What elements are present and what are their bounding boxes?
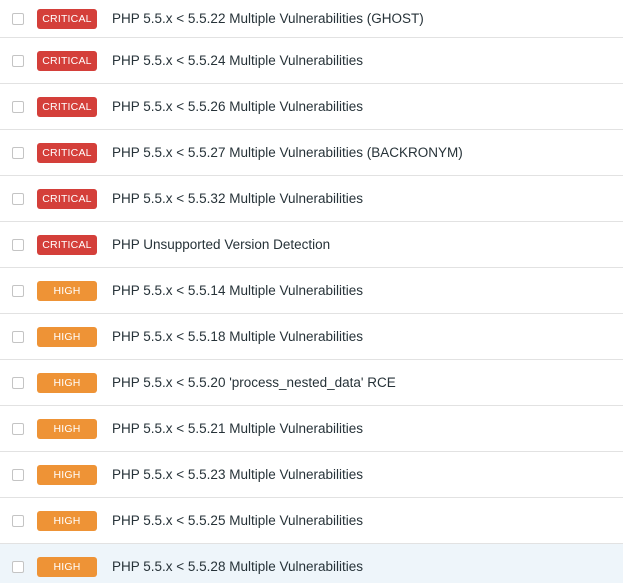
vulnerability-row[interactable]: HIGH PHP 5.5.x < 5.5.25 Multiple Vulnera… <box>0 498 623 544</box>
vulnerability-title[interactable]: PHP 5.5.x < 5.5.28 Multiple Vulnerabilit… <box>112 559 615 574</box>
severity-badge: CRITICAL <box>37 188 97 209</box>
vulnerability-row[interactable]: CRITICAL PHP 5.5.x < 5.5.22 Multiple Vul… <box>0 0 623 38</box>
vulnerability-title[interactable]: PHP 5.5.x < 5.5.21 Multiple Vulnerabilit… <box>112 421 615 436</box>
row-checkbox[interactable] <box>12 330 24 343</box>
vulnerability-title[interactable]: PHP 5.5.x < 5.5.25 Multiple Vulnerabilit… <box>112 513 615 528</box>
vulnerability-list: CRITICAL PHP 5.5.x < 5.5.22 Multiple Vul… <box>0 0 623 583</box>
severity-badge: HIGH <box>37 464 97 485</box>
severity-badge: HIGH <box>37 326 97 347</box>
row-checkbox[interactable] <box>12 146 24 159</box>
vulnerability-title[interactable]: PHP 5.5.x < 5.5.18 Multiple Vulnerabilit… <box>112 329 615 344</box>
row-checkbox[interactable] <box>12 560 24 573</box>
vulnerability-title[interactable]: PHP Unsupported Version Detection <box>112 237 615 252</box>
severity-badge: CRITICAL <box>37 142 97 163</box>
severity-badge: CRITICAL <box>37 96 97 117</box>
vulnerability-row[interactable]: HIGH PHP 5.5.x < 5.5.18 Multiple Vulnera… <box>0 314 623 360</box>
severity-badge: CRITICAL <box>37 50 97 71</box>
severity-badge: CRITICAL <box>37 8 97 29</box>
vulnerability-row[interactable]: HIGH PHP 5.5.x < 5.5.28 Multiple Vulnera… <box>0 544 623 583</box>
vulnerability-row[interactable]: CRITICAL PHP Unsupported Version Detecti… <box>0 222 623 268</box>
row-checkbox[interactable] <box>12 284 24 297</box>
row-checkbox[interactable] <box>12 238 24 251</box>
vulnerability-title[interactable]: PHP 5.5.x < 5.5.23 Multiple Vulnerabilit… <box>112 467 615 482</box>
vulnerability-row[interactable]: HIGH PHP 5.5.x < 5.5.14 Multiple Vulnera… <box>0 268 623 314</box>
vulnerability-row[interactable]: HIGH PHP 5.5.x < 5.5.20 'process_nested_… <box>0 360 623 406</box>
vulnerability-row[interactable]: CRITICAL PHP 5.5.x < 5.5.24 Multiple Vul… <box>0 38 623 84</box>
vulnerability-title[interactable]: PHP 5.5.x < 5.5.22 Multiple Vulnerabilit… <box>112 11 615 26</box>
row-checkbox[interactable] <box>12 422 24 435</box>
vulnerability-title[interactable]: PHP 5.5.x < 5.5.20 'process_nested_data'… <box>112 375 615 390</box>
row-checkbox[interactable] <box>12 514 24 527</box>
severity-badge: HIGH <box>37 510 97 531</box>
vulnerability-title[interactable]: PHP 5.5.x < 5.5.27 Multiple Vulnerabilit… <box>112 145 615 160</box>
severity-badge: HIGH <box>37 372 97 393</box>
row-checkbox[interactable] <box>12 54 24 67</box>
vulnerability-row[interactable]: HIGH PHP 5.5.x < 5.5.21 Multiple Vulnera… <box>0 406 623 452</box>
vulnerability-row[interactable]: CRITICAL PHP 5.5.x < 5.5.27 Multiple Vul… <box>0 130 623 176</box>
vulnerability-title[interactable]: PHP 5.5.x < 5.5.26 Multiple Vulnerabilit… <box>112 99 615 114</box>
row-checkbox[interactable] <box>12 192 24 205</box>
vulnerability-row[interactable]: HIGH PHP 5.5.x < 5.5.23 Multiple Vulnera… <box>0 452 623 498</box>
severity-badge: HIGH <box>37 280 97 301</box>
row-checkbox[interactable] <box>12 100 24 113</box>
vulnerability-row[interactable]: CRITICAL PHP 5.5.x < 5.5.32 Multiple Vul… <box>0 176 623 222</box>
row-checkbox[interactable] <box>12 468 24 481</box>
severity-badge: CRITICAL <box>37 234 97 255</box>
row-checkbox[interactable] <box>12 376 24 389</box>
vulnerability-title[interactable]: PHP 5.5.x < 5.5.24 Multiple Vulnerabilit… <box>112 53 615 68</box>
row-checkbox[interactable] <box>12 12 24 25</box>
vulnerability-title[interactable]: PHP 5.5.x < 5.5.32 Multiple Vulnerabilit… <box>112 191 615 206</box>
severity-badge: HIGH <box>37 418 97 439</box>
vulnerability-row[interactable]: CRITICAL PHP 5.5.x < 5.5.26 Multiple Vul… <box>0 84 623 130</box>
severity-badge: HIGH <box>37 556 97 577</box>
vulnerability-title[interactable]: PHP 5.5.x < 5.5.14 Multiple Vulnerabilit… <box>112 283 615 298</box>
